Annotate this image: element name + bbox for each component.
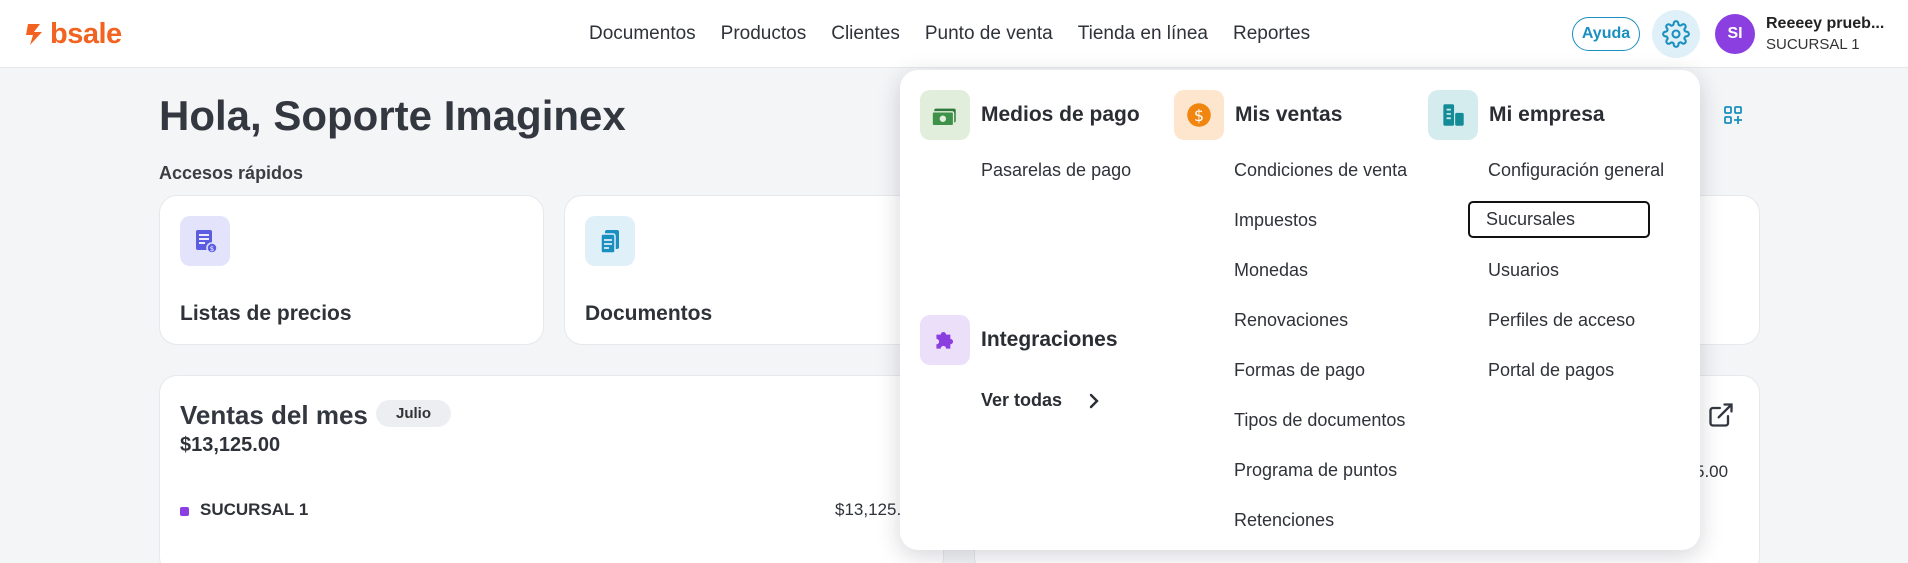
company-section-title: Mi empresa <box>1489 103 1605 126</box>
integrations-section-header: Integraciones <box>920 315 1118 365</box>
help-button[interactable]: Ayuda <box>1572 17 1640 51</box>
payments-section-header: Medios de pago <box>920 90 1140 140</box>
quick-access-card[interactable]: $ Listas de precios <box>159 195 544 345</box>
menu-link-programa-de-puntos[interactable]: Programa de puntos <box>1234 460 1397 481</box>
nav-clientes[interactable]: Clientes <box>819 20 913 48</box>
menu-link-renovaciones[interactable]: Renovaciones <box>1234 310 1348 331</box>
menu-link-configuracion-general[interactable]: Configuración general <box>1488 160 1664 181</box>
quick-access-title: Accesos rápidos <box>159 163 304 183</box>
chevron-right-icon <box>1089 393 1099 408</box>
nav-punto-de-venta[interactable]: Punto de venta <box>912 20 1065 48</box>
menu-link-usuarios[interactable]: Usuarios <box>1488 260 1559 281</box>
bsale-logo-icon <box>26 24 42 45</box>
series-color-swatch <box>180 507 189 516</box>
branch-name: SUCURSAL 1 <box>200 500 309 519</box>
money-icon <box>920 90 970 140</box>
gear-icon <box>1662 20 1690 48</box>
svg-text:$: $ <box>210 245 214 253</box>
user-name[interactable]: Reeeey prueb... <box>1766 15 1884 33</box>
settings-button[interactable] <box>1652 10 1700 58</box>
monthly-sales-total: $13,125.00 <box>180 434 281 456</box>
integrations-section-title: Integraciones <box>981 328 1118 351</box>
menu-link-monedas[interactable]: Monedas <box>1234 260 1308 281</box>
bsale-logo[interactable]: bsale <box>24 18 122 50</box>
menu-link-sucursales[interactable]: Sucursales <box>1468 201 1650 238</box>
see-all-label: Ver todas <box>981 390 1063 410</box>
top-bar: bsale Documentos Productos Clientes Punt… <box>0 0 1908 68</box>
menu-link-impuestos[interactable]: Impuestos <box>1234 210 1317 231</box>
monthly-sales-title: Ventas del mes <box>180 400 368 430</box>
open-external-icon[interactable] <box>1707 401 1735 429</box>
quick-access-label: Listas de precios <box>180 302 352 325</box>
menu-link-condiciones-de-venta[interactable]: Condiciones de venta <box>1234 160 1407 181</box>
menu-link-formas-de-pago[interactable]: Formas de pago <box>1234 360 1365 381</box>
page-title: Hola, Soporte Imaginex <box>159 92 626 139</box>
building-icon <box>1428 90 1478 140</box>
user-avatar[interactable]: SI <box>1715 14 1755 54</box>
monthly-sales-card: Ventas del mes Julio $13,125.00 SUCURSAL… <box>159 375 944 563</box>
menu-link-pasarelas-de-pago[interactable]: Pasarelas de pago <box>981 160 1131 181</box>
puzzle-icon <box>920 315 970 365</box>
grid-add-icon[interactable] <box>1723 105 1743 125</box>
month-selector[interactable]: Julio <box>376 400 452 427</box>
branch-amount: $13,125. <box>835 500 902 519</box>
main-nav: Documentos Productos Clientes Punto de v… <box>589 20 1323 48</box>
menu-link-tipos-de-documentos[interactable]: Tipos de documentos <box>1234 410 1405 431</box>
payments-section-title: Medios de pago <box>981 103 1140 126</box>
see-all-integrations-link[interactable]: Ver todas <box>981 390 1100 411</box>
menu-link-retenciones[interactable]: Retenciones <box>1234 510 1334 531</box>
quick-access-label: Documentos <box>585 302 713 325</box>
nav-reportes[interactable]: Reportes <box>1221 20 1323 48</box>
sales-section-header: $ Mis ventas <box>1174 90 1342 140</box>
nav-tienda-en-linea[interactable]: Tienda en línea <box>1065 20 1220 48</box>
nav-documentos[interactable]: Documentos <box>589 20 708 48</box>
menu-link-perfiles-de-acceso[interactable]: Perfiles de acceso <box>1488 310 1635 331</box>
brand-name: bsale <box>50 17 122 50</box>
sales-section-title: Mis ventas <box>1235 103 1343 126</box>
svg-text:$: $ <box>1194 106 1204 125</box>
settings-dropdown: Medios de pago Pasarelas de pago Integra… <box>900 70 1700 550</box>
company-section-header: Mi empresa <box>1428 90 1605 140</box>
dollar-coin-icon: $ <box>1174 90 1224 140</box>
quick-access-card[interactable]: Documentos <box>564 195 949 345</box>
nav-productos[interactable]: Productos <box>708 20 819 48</box>
menu-link-portal-de-pagos[interactable]: Portal de pagos <box>1488 360 1614 381</box>
user-branch: SUCURSAL 1 <box>1766 36 1860 53</box>
document-icon <box>585 216 635 266</box>
price-list-icon: $ <box>180 216 230 266</box>
